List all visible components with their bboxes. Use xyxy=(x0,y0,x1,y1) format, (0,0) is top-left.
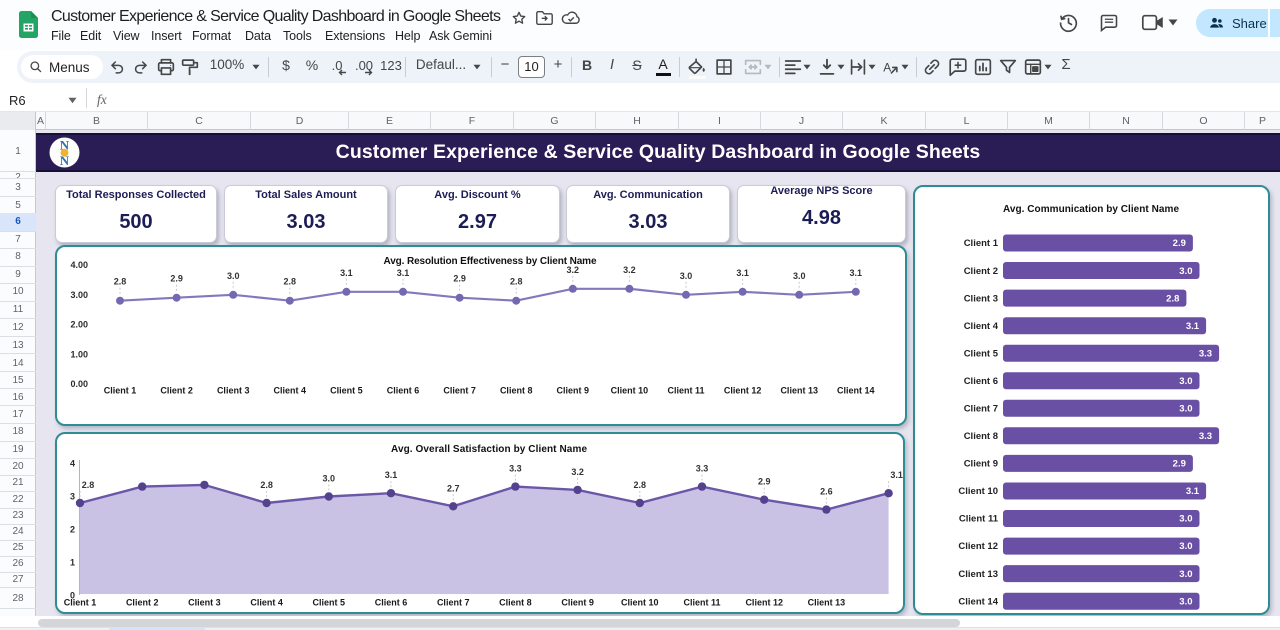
svg-text:Client 8: Client 8 xyxy=(500,386,533,396)
svg-text:3.3: 3.3 xyxy=(1199,431,1212,442)
svg-text:2.8: 2.8 xyxy=(284,277,297,287)
svg-text:3.00: 3.00 xyxy=(70,290,88,300)
svg-text:Client 4: Client 4 xyxy=(964,321,999,332)
svg-text:3.1: 3.1 xyxy=(850,268,863,278)
svg-text:Client 13: Client 13 xyxy=(958,569,998,580)
svg-text:2.9: 2.9 xyxy=(1173,459,1186,470)
svg-text:Client 12: Client 12 xyxy=(745,598,783,608)
svg-text:Client 11: Client 11 xyxy=(959,514,999,525)
svg-text:1: 1 xyxy=(70,557,75,567)
svg-text:2.9: 2.9 xyxy=(453,274,466,284)
svg-text:Client 13: Client 13 xyxy=(808,598,846,608)
svg-text:2.8: 2.8 xyxy=(634,480,647,490)
svg-text:3.0: 3.0 xyxy=(680,271,693,281)
svg-text:2.8: 2.8 xyxy=(260,480,273,490)
svg-text:3.1: 3.1 xyxy=(385,470,398,480)
svg-text:3.1: 3.1 xyxy=(1186,486,1200,497)
svg-text:3.0: 3.0 xyxy=(1179,404,1192,415)
svg-text:Client 1: Client 1 xyxy=(64,598,97,608)
svg-text:Client 7: Client 7 xyxy=(964,404,998,415)
svg-text:Avg. Communication by Client N: Avg. Communication by Client Name xyxy=(1003,204,1179,215)
svg-text:3.2: 3.2 xyxy=(571,467,584,477)
svg-text:2: 2 xyxy=(70,524,75,534)
svg-text:Client 12: Client 12 xyxy=(958,541,998,552)
svg-text:3.2: 3.2 xyxy=(623,265,636,275)
svg-text:Client 3: Client 3 xyxy=(217,386,250,396)
svg-text:2.8: 2.8 xyxy=(82,480,95,490)
svg-text:0.00: 0.00 xyxy=(70,379,88,389)
svg-text:Client 12: Client 12 xyxy=(724,386,762,396)
svg-text:Client 9: Client 9 xyxy=(557,386,590,396)
svg-text:3.1: 3.1 xyxy=(890,470,903,480)
svg-text:3.0: 3.0 xyxy=(1179,541,1192,552)
svg-text:3.1: 3.1 xyxy=(1186,321,1200,332)
svg-text:Client 10: Client 10 xyxy=(621,598,659,608)
svg-text:Client 13: Client 13 xyxy=(780,386,818,396)
svg-text:Avg. Overall Satisfaction by C: Avg. Overall Satisfaction by Client Name xyxy=(391,444,587,455)
svg-text:2.9: 2.9 xyxy=(1173,238,1186,249)
svg-text:Client 4: Client 4 xyxy=(250,598,283,608)
svg-text:3.1: 3.1 xyxy=(397,268,410,278)
svg-text:Client 8: Client 8 xyxy=(964,431,998,442)
svg-text:Client 3: Client 3 xyxy=(964,293,998,304)
svg-text:4: 4 xyxy=(70,459,75,469)
svg-text:Client 5: Client 5 xyxy=(313,598,346,608)
svg-text:2.6: 2.6 xyxy=(820,487,833,497)
svg-text:Client 6: Client 6 xyxy=(375,598,408,608)
svg-text:Client 5: Client 5 xyxy=(330,386,363,396)
svg-text:4.00: 4.00 xyxy=(70,260,88,270)
svg-text:1.00: 1.00 xyxy=(70,349,88,359)
svg-text:N: N xyxy=(60,153,70,168)
svg-text:2.9: 2.9 xyxy=(758,477,771,487)
svg-text:Client 5: Client 5 xyxy=(964,348,999,359)
svg-text:3: 3 xyxy=(70,492,75,502)
svg-text:3.1: 3.1 xyxy=(736,268,749,278)
svg-text:3.0: 3.0 xyxy=(793,271,806,281)
svg-text:Client 1: Client 1 xyxy=(104,386,137,396)
svg-text:Client 6: Client 6 xyxy=(964,376,998,387)
svg-text:Client 3: Client 3 xyxy=(188,598,221,608)
svg-text:Client 6: Client 6 xyxy=(387,386,420,396)
svg-text:Client 2: Client 2 xyxy=(126,598,159,608)
svg-text:3.3: 3.3 xyxy=(696,464,709,474)
svg-text:3.0: 3.0 xyxy=(1179,514,1192,525)
svg-text:2.7: 2.7 xyxy=(447,483,460,493)
svg-text:Client 9: Client 9 xyxy=(964,459,998,470)
svg-text:Client 1: Client 1 xyxy=(964,238,999,249)
svg-text:2.00: 2.00 xyxy=(70,320,88,330)
svg-text:3.0: 3.0 xyxy=(323,474,336,484)
svg-text:Client 10: Client 10 xyxy=(958,486,998,497)
svg-text:Client 2: Client 2 xyxy=(964,266,998,277)
svg-text:2.8: 2.8 xyxy=(114,277,127,287)
svg-text:Client 10: Client 10 xyxy=(611,386,649,396)
svg-text:Client 14: Client 14 xyxy=(837,386,875,396)
svg-text:3.0: 3.0 xyxy=(1179,596,1192,607)
svg-text:3.3: 3.3 xyxy=(1199,348,1212,359)
svg-text:Client 7: Client 7 xyxy=(443,386,476,396)
svg-text:Client 11: Client 11 xyxy=(667,386,704,396)
svg-text:3.0: 3.0 xyxy=(1179,376,1192,387)
svg-text:Client 11: Client 11 xyxy=(683,598,720,608)
svg-text:2.8: 2.8 xyxy=(510,277,523,287)
svg-text:3.2: 3.2 xyxy=(567,265,580,275)
svg-text:Client 14: Client 14 xyxy=(958,596,998,607)
svg-text:3.1: 3.1 xyxy=(340,268,353,278)
svg-text:Avg. Resolution Effectiveness: Avg. Resolution Effectiveness by Client … xyxy=(384,256,597,267)
svg-text:3.0: 3.0 xyxy=(227,271,240,281)
svg-text:2.9: 2.9 xyxy=(170,274,183,284)
svg-text:Client 8: Client 8 xyxy=(499,598,532,608)
svg-text:Client 9: Client 9 xyxy=(561,598,594,608)
svg-text:Client 2: Client 2 xyxy=(160,386,193,396)
svg-text:3.0: 3.0 xyxy=(1179,569,1192,580)
svg-text:Client 7: Client 7 xyxy=(437,598,470,608)
svg-text:3.0: 3.0 xyxy=(1179,266,1192,277)
svg-text:2.8: 2.8 xyxy=(1166,293,1179,304)
svg-text:3.3: 3.3 xyxy=(509,464,522,474)
svg-text:Client 4: Client 4 xyxy=(274,386,307,396)
